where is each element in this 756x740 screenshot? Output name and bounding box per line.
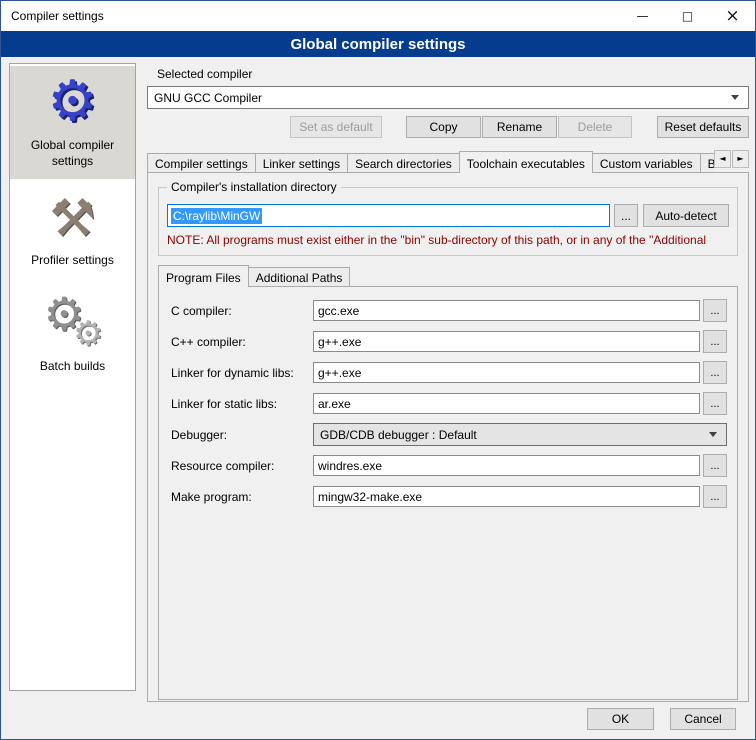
make-program-row: Make program: ... (171, 485, 727, 508)
tab-search-directories[interactable]: Search directories (347, 153, 460, 172)
installation-directory-input[interactable]: C:\raylib\MinGW (167, 204, 610, 227)
set-as-default-button[interactable]: Set as default (290, 116, 382, 138)
tab-scroll-right-button[interactable]: ► (732, 150, 749, 168)
static-linker-input[interactable] (313, 393, 700, 414)
minimize-button[interactable]: — (620, 1, 665, 31)
resource-compiler-row: Resource compiler: ... (171, 454, 727, 477)
tab-scroll-left-button[interactable]: ◄ (714, 150, 731, 168)
reset-defaults-button[interactable]: Reset defaults (657, 116, 749, 138)
gears-icon: ⚙ ⚙ (42, 293, 104, 351)
delete-button[interactable]: Delete (558, 116, 632, 138)
field-label: Make program: (171, 490, 313, 504)
hammer-icon: ⚒ (49, 193, 96, 245)
make-program-input[interactable] (313, 486, 700, 507)
sidebar-item-label: Global compiler settings (14, 138, 131, 169)
installation-directory-row: C:\raylib\MinGW ... Auto-detect (167, 204, 729, 227)
dialog-banner: Global compiler settings (1, 31, 755, 57)
tab-build-options-clipped[interactable]: Buil (700, 153, 715, 172)
browse-directory-button[interactable]: ... (614, 204, 638, 227)
close-button[interactable]: × (710, 1, 755, 31)
window-controls: — □ × (620, 1, 755, 31)
copy-button[interactable]: Copy (406, 116, 481, 138)
browse-button[interactable]: ... (703, 392, 727, 415)
installation-directory-label: Compiler's installation directory (167, 180, 341, 194)
titlebar[interactable]: Compiler settings — □ × (1, 1, 755, 31)
resource-compiler-input[interactable] (313, 455, 700, 476)
field-label: Linker for dynamic libs: (171, 366, 313, 380)
tab-linker-settings[interactable]: Linker settings (255, 153, 348, 172)
chevron-down-icon (709, 432, 717, 437)
browse-button[interactable]: ... (703, 330, 727, 353)
dynamic-linker-row: Linker for dynamic libs: ... (171, 361, 727, 384)
field-label: Linker for static libs: (171, 397, 313, 411)
toolchain-executables-panel: Compiler's installation directory C:\ray… (147, 172, 749, 702)
dynamic-linker-input[interactable] (313, 362, 700, 383)
compiler-select[interactable]: GNU GCC Compiler (147, 86, 749, 109)
sidebar-item-batch-builds[interactable]: ⚙ ⚙ Batch builds (10, 285, 135, 385)
field-label: C compiler: (171, 304, 313, 318)
field-label: Debugger: (171, 428, 313, 442)
subtab-additional-paths[interactable]: Additional Paths (248, 267, 351, 286)
selected-compiler-label: Selected compiler (157, 67, 749, 81)
subtab-program-files[interactable]: Program Files (158, 265, 249, 287)
maximize-button[interactable]: □ (665, 1, 710, 31)
static-linker-row: Linker for static libs: ... (171, 392, 727, 415)
tab-toolchain-executables[interactable]: Toolchain executables (459, 151, 593, 173)
program-files-tabstrip: Program Files Additional Paths (158, 265, 738, 286)
gear-icon: ⚙ (47, 74, 97, 130)
cpp-compiler-row: C++ compiler: ... (171, 330, 727, 353)
tab-custom-variables[interactable]: Custom variables (592, 153, 701, 172)
field-label: Resource compiler: (171, 459, 313, 473)
settings-sidebar: ⚙ Global compiler settings ⚒ Profiler se… (9, 63, 136, 691)
tab-scroll-arrows: ◄ ► (714, 150, 749, 168)
window-title: Compiler settings (1, 9, 104, 23)
browse-button[interactable]: ... (703, 454, 727, 477)
field-label: C++ compiler: (171, 335, 313, 349)
tab-compiler-settings[interactable]: Compiler settings (147, 153, 256, 172)
browse-button[interactable]: ... (703, 361, 727, 384)
compiler-select-value: GNU GCC Compiler (154, 91, 262, 105)
debugger-select[interactable]: GDB/CDB debugger : Default (313, 423, 727, 446)
program-files-panel: C compiler: ... C++ compiler: ... Linker… (158, 286, 738, 700)
sidebar-item-profiler-settings[interactable]: ⚒ Profiler settings (10, 185, 135, 279)
auto-detect-button[interactable]: Auto-detect (643, 204, 729, 227)
browse-button[interactable]: ... (703, 485, 727, 508)
compiler-actions: Set as default Copy Rename Delete Reset … (147, 116, 749, 138)
c-compiler-input[interactable] (313, 300, 700, 321)
cancel-button[interactable]: Cancel (670, 708, 736, 730)
c-compiler-row: C compiler: ... (171, 299, 727, 322)
installation-directory-group: Compiler's installation directory C:\ray… (158, 187, 738, 256)
cpp-compiler-input[interactable] (313, 331, 700, 352)
dialog-footer: OK Cancel (587, 708, 736, 730)
note-text: NOTE: All programs must exist either in … (167, 233, 729, 247)
main-panel: Selected compiler GNU GCC Compiler Set a… (147, 61, 749, 702)
sidebar-item-global-compiler-settings[interactable]: ⚙ Global compiler settings (10, 66, 135, 179)
installation-directory-value: C:\raylib\MinGW (171, 208, 262, 224)
sidebar-item-label: Batch builds (40, 359, 105, 375)
browse-button[interactable]: ... (703, 299, 727, 322)
compiler-settings-window: Compiler settings — □ × Global compiler … (0, 0, 756, 740)
compiler-tabstrip: Compiler settings Linker settings Search… (147, 150, 749, 172)
debugger-row: Debugger: GDB/CDB debugger : Default (171, 423, 727, 446)
debugger-select-value: GDB/CDB debugger : Default (320, 428, 477, 442)
chevron-down-icon (731, 95, 739, 100)
ok-button[interactable]: OK (587, 708, 654, 730)
rename-button[interactable]: Rename (482, 116, 557, 138)
sidebar-item-label: Profiler settings (31, 253, 114, 269)
